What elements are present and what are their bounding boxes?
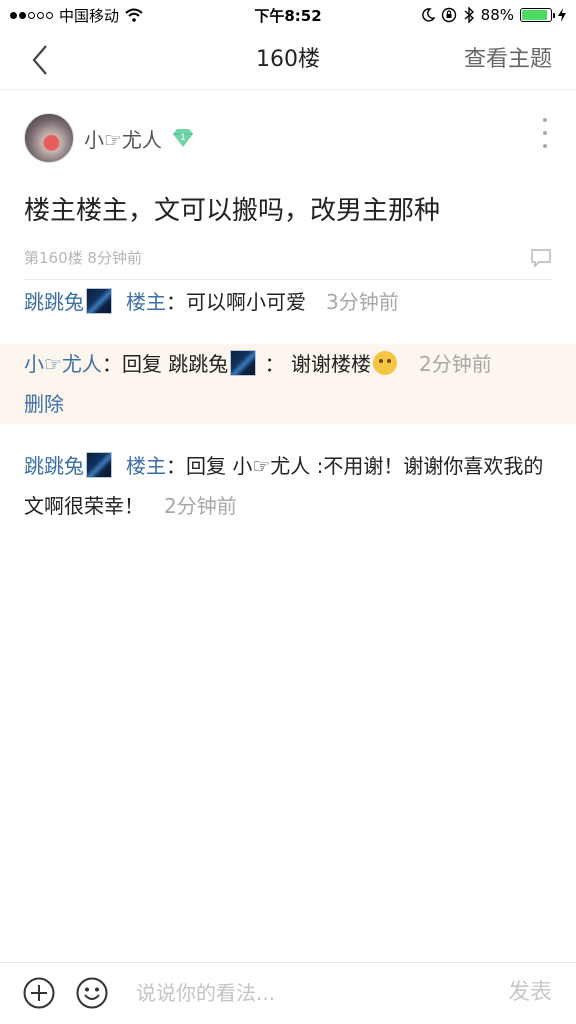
comment-input[interactable] xyxy=(136,975,466,1011)
diamond-badge-icon: 1 xyxy=(172,128,194,148)
reply-time: 2分钟前 xyxy=(164,494,237,518)
comment-icon[interactable] xyxy=(530,248,552,268)
user-sticker-icon xyxy=(86,288,112,314)
floor-post: 小☞尤人 1 楼主楼主，文可以搬吗，改男主那种 第160楼 8分钟前 xyxy=(24,90,552,280)
author-row: 小☞尤人 1 xyxy=(24,90,552,186)
reply-content: 谢谢楼楼 xyxy=(291,352,372,376)
emoji-icon[interactable] xyxy=(76,977,108,1009)
view-topic-button[interactable]: 查看主题 xyxy=(464,30,552,90)
reply-item[interactable]: 跳跳兔 楼主：可以啊小可爱 3分钟前 xyxy=(0,268,576,336)
reply-separator: ： xyxy=(166,290,186,314)
more-options-icon[interactable] xyxy=(538,118,552,148)
moon-icon xyxy=(421,8,435,22)
reply-separator: ： xyxy=(101,352,122,376)
reply-item[interactable]: 跳跳兔 楼主：回复 小☞尤人 :不用谢！谢谢你喜欢我的文啊很荣幸！ 2分钟前 xyxy=(0,432,576,540)
reply-item-own[interactable]: 小☞尤人：回复 跳跳兔 ： 谢谢楼楼 2分钟前 删除 xyxy=(0,344,576,424)
send-button[interactable]: 发表 xyxy=(508,977,552,1009)
reply-user[interactable]: 跳跳兔 xyxy=(24,290,84,314)
reply-separator: ： xyxy=(264,352,285,376)
owner-tag: 楼主 xyxy=(126,454,166,478)
post-time: 8分钟前 xyxy=(87,249,142,267)
wifi-icon xyxy=(125,8,143,22)
reply-separator: ： xyxy=(166,454,186,478)
battery-icon xyxy=(520,8,555,22)
carrier-label: 中国移动 xyxy=(59,6,120,25)
composer-bar: 发表 xyxy=(0,962,576,1024)
reply-content: 可以啊小可爱 xyxy=(186,290,306,314)
chevron-left-icon xyxy=(32,45,47,75)
user-sticker-icon xyxy=(230,350,257,376)
status-bar: 中国移动 下午8:52 88% xyxy=(0,0,576,30)
owner-tag: 楼主 xyxy=(126,290,166,314)
reply-prefix: 回复 xyxy=(121,352,162,376)
floor-number: 第160楼 xyxy=(24,249,83,267)
charging-icon xyxy=(558,8,566,22)
screen: 中国移动 下午8:52 88% 160楼 查看主题 小☞尤人 1 楼主楼主，文可… xyxy=(0,0,576,1024)
reply-time: 2分钟前 xyxy=(419,352,492,376)
post-content: 楼主楼主，文可以搬吗，改男主那种 xyxy=(24,196,441,226)
reply-target[interactable]: 跳跳兔 xyxy=(168,352,228,376)
delete-button[interactable]: 删除 xyxy=(24,384,552,424)
reply-user[interactable]: 跳跳兔 xyxy=(24,454,84,478)
battery-percent: 88% xyxy=(480,6,514,24)
badge-level: 1 xyxy=(180,132,185,142)
author-name[interactable]: 小☞尤人 xyxy=(84,124,162,153)
user-sticker-icon xyxy=(86,452,112,478)
shy-face-emoji-icon xyxy=(373,351,398,375)
bluetooth-icon xyxy=(464,7,474,23)
signal-icon xyxy=(10,11,53,19)
nav-bar: 160楼 查看主题 xyxy=(0,30,576,90)
rotation-lock-icon xyxy=(441,7,456,23)
reply-prefix: 回复 xyxy=(186,454,226,478)
add-icon[interactable] xyxy=(23,977,55,1009)
battery-fill xyxy=(522,10,547,20)
reply-time: 3分钟前 xyxy=(326,290,399,314)
avatar[interactable] xyxy=(24,113,74,163)
reply-list: 跳跳兔 楼主：可以啊小可爱 3分钟前 小☞尤人：回复 跳跳兔 ： 谢谢楼楼 2分钟前 … xyxy=(0,268,576,540)
reply-user[interactable]: 小☞尤人 xyxy=(24,352,102,376)
back-button[interactable] xyxy=(22,42,58,78)
reply-target[interactable]: 小☞尤人 xyxy=(232,454,310,478)
